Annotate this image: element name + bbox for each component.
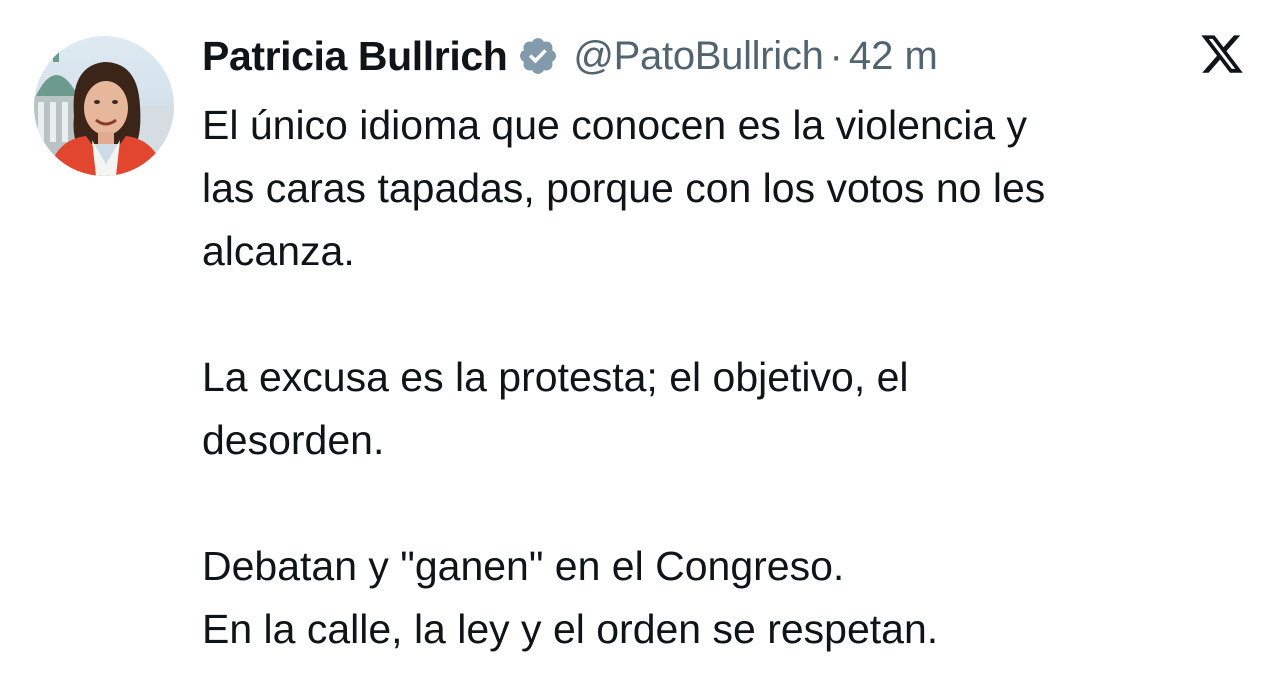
tweet-text-line: las caras tapadas, porque con los votos … (202, 165, 1046, 211)
x-logo-icon[interactable] (1198, 31, 1246, 77)
tweet-text-line: Debatan y "ganen" en el Congreso. (202, 543, 845, 589)
avatar[interactable] (34, 36, 174, 176)
tweet-header: Patricia Bullrich @PatoBullrich · 42 m (202, 28, 938, 84)
tweet-text-line: La excusa es la protesta; el objetivo, e… (202, 354, 909, 400)
tweet-text-line: El único idioma que conocen es la violen… (202, 102, 1028, 148)
tweet-text-line: desorden. (202, 417, 385, 463)
verified-badge-icon (517, 35, 559, 77)
display-name[interactable]: Patricia Bullrich (202, 33, 508, 80)
separator-dot: · (829, 33, 843, 78)
tweet-text-line: En la calle, la ley y el orden se respet… (202, 606, 939, 652)
tweet-text: El único idioma que conocen es la violen… (202, 94, 1262, 661)
paragraph-break (202, 283, 1262, 346)
tweet-text-line: alcanza. (202, 228, 355, 274)
timestamp[interactable]: 42 m (849, 34, 938, 79)
tweet-card: Patricia Bullrich @PatoBullrich · 42 m E… (0, 0, 1280, 674)
user-handle[interactable]: @PatoBullrich (573, 34, 823, 79)
profile-photo (34, 36, 174, 176)
paragraph-break (202, 472, 1262, 535)
